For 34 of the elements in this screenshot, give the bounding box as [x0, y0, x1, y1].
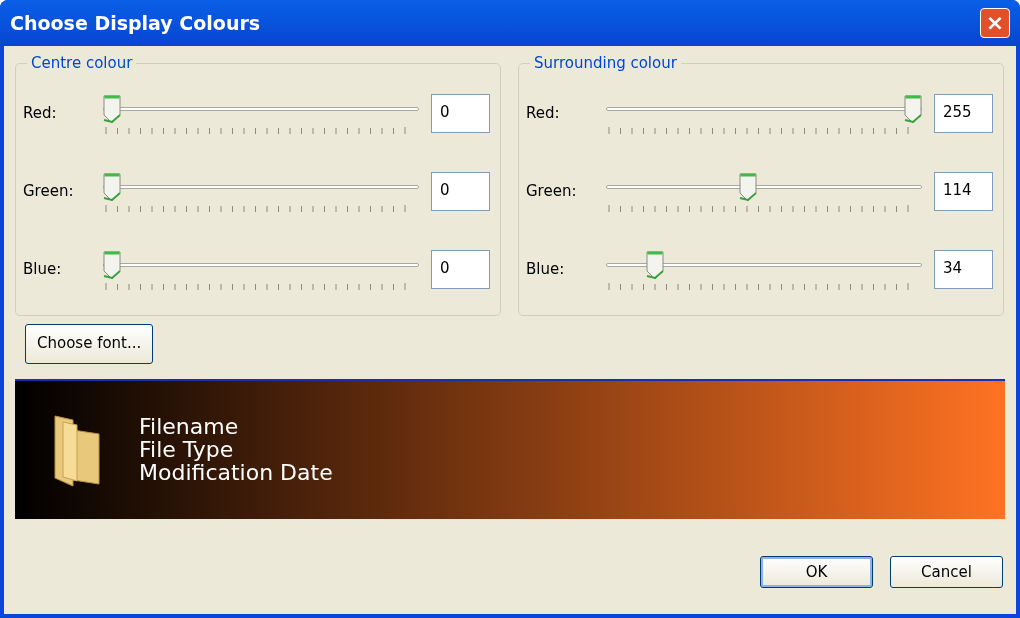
slider-track[interactable]: [606, 248, 922, 282]
value-field[interactable]: 114: [934, 172, 993, 211]
cancel-button[interactable]: Cancel: [890, 556, 1003, 588]
choose-font-button[interactable]: Choose font...: [25, 323, 154, 364]
slider-label: Blue:: [23, 259, 63, 281]
value-field[interactable]: 255: [934, 94, 993, 133]
slider-thumb[interactable]: [739, 172, 758, 202]
slider-track[interactable]: [103, 170, 419, 204]
value-field[interactable]: 0: [431, 94, 490, 133]
preview-text: Filename: [139, 415, 240, 438]
slider-thumb[interactable]: [103, 94, 121, 124]
slider-track[interactable]: [103, 92, 419, 126]
window-title: Choose Display Colours: [10, 10, 261, 36]
slider-label: Green:: [526, 181, 578, 203]
slider-thumb[interactable]: [103, 250, 121, 280]
slider-track[interactable]: [606, 92, 922, 126]
ok-button[interactable]: OK: [760, 556, 873, 588]
slider-label: Red:: [23, 103, 58, 125]
value-field[interactable]: 0: [431, 172, 490, 211]
slider-label: Blue:: [526, 259, 566, 281]
preview-text: Modification Date: [139, 461, 333, 484]
preview-text: File Type: [139, 438, 235, 461]
slider-thumb[interactable]: [645, 250, 664, 280]
slider-track[interactable]: [103, 248, 419, 282]
value-field[interactable]: 34: [934, 250, 993, 289]
close-button[interactable]: ×: [980, 8, 1010, 38]
slider-thumb[interactable]: [904, 94, 922, 124]
group-title: Centre colour: [30, 53, 134, 74]
slider-label: Green:: [23, 181, 75, 203]
slider-label: Red:: [526, 103, 561, 125]
group-title: Surrounding colour: [533, 53, 678, 74]
value-field[interactable]: 0: [431, 250, 490, 289]
slider-thumb[interactable]: [103, 172, 121, 202]
slider-track[interactable]: [606, 170, 922, 204]
